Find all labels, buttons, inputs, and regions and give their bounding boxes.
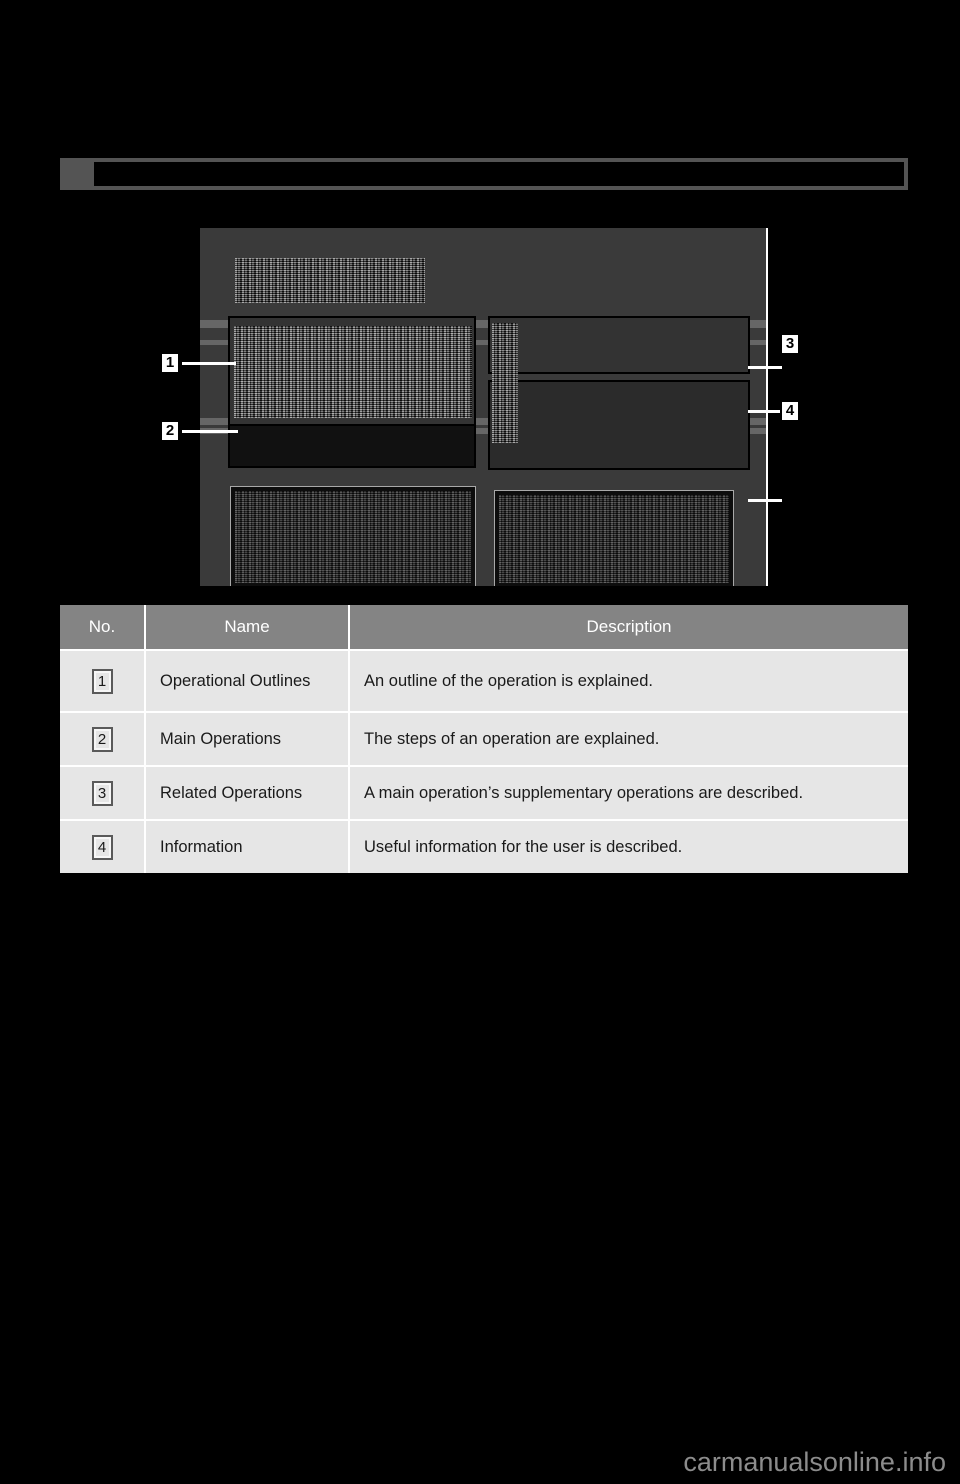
legend-header-row: No. Name Description [60, 605, 908, 651]
table-row: 2 Main Operations The steps of an operat… [60, 712, 908, 767]
legend-badge-4: 4 [91, 834, 113, 860]
legend-header-name: Name [145, 605, 350, 651]
page-layout-figure [200, 228, 768, 586]
site-watermark: carmanualsonline.info [683, 1447, 946, 1477]
page-header-bar [60, 158, 908, 190]
page-header-title-redacted [94, 162, 904, 186]
legend-row-4-description: Useful information for the user is descr… [349, 820, 908, 873]
callout-leader-1 [182, 362, 236, 365]
callout-leader-5 [748, 499, 782, 502]
table-row: 3 Related Operations A main operation’s … [60, 766, 908, 821]
callout-badge-1: 1 [160, 352, 180, 374]
legend-badge-3: 3 [91, 780, 113, 806]
legend-badge-2: 2 [91, 726, 113, 752]
legend-header-no: No. [60, 605, 146, 651]
legend-row-1-description: An outline of the operation is explained… [349, 650, 908, 713]
callout-badge-2: 2 [160, 420, 180, 442]
figure-bottom-left-panel [230, 486, 476, 586]
legend-row-4-name: Information [145, 820, 350, 873]
legend-header-description: Description [349, 605, 908, 651]
legend-row-1-name: Operational Outlines [145, 650, 350, 713]
figure-information-box [488, 380, 750, 470]
legend-row-4-no: 4 [60, 820, 146, 873]
callout-badge-3: 3 [780, 333, 800, 355]
legend-row-1-no: 1 [60, 650, 146, 713]
figure-main-operations-box [228, 424, 476, 468]
legend-row-3-description: A main operation’s supplementary operati… [349, 766, 908, 821]
legend-row-3-no: 3 [60, 766, 146, 821]
figure-right-gutter-noise [492, 323, 518, 443]
legend-row-2-name: Main Operations [145, 712, 350, 767]
table-row: 4 Information Useful information for the… [60, 820, 908, 873]
figure-bottom-left-noise [235, 491, 471, 583]
figure-operational-outlines-box [228, 316, 476, 426]
figure-bottom-right-noise [499, 495, 729, 583]
callout-leader-4 [748, 410, 782, 413]
legend-row-3-name: Related Operations [145, 766, 350, 821]
callout-leader-2 [182, 430, 238, 433]
table-row: 1 Operational Outlines An outline of the… [60, 650, 908, 713]
figure-chapter-title-noise [235, 258, 425, 303]
callout-badge-4: 4 [780, 400, 800, 422]
figure-related-operations-box [488, 316, 750, 374]
legend-badge-1: 1 [91, 668, 113, 694]
callout-leader-3 [748, 366, 782, 369]
legend-row-2-no: 2 [60, 712, 146, 767]
figure-bottom-right-panel [494, 490, 734, 586]
figure-right-edge-rule [766, 228, 768, 586]
legend-row-2-description: The steps of an operation are explained. [349, 712, 908, 767]
legend-table: No. Name Description 1 Operational Outli… [60, 605, 908, 873]
figure-operational-outlines-noise [234, 326, 472, 418]
